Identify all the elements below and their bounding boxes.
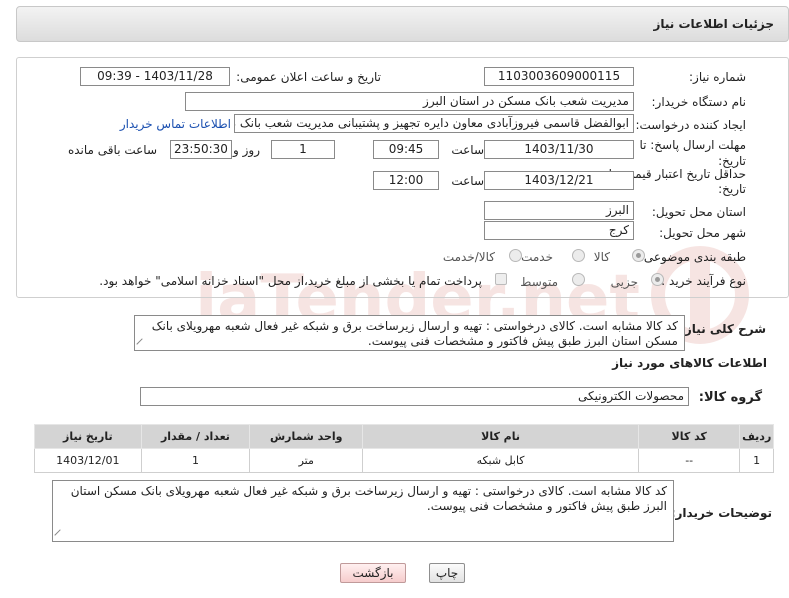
process-radio-minor[interactable] — [651, 273, 664, 286]
validity-date-field: 1403/12/21 — [484, 171, 634, 190]
category-option-service: خدمت — [521, 250, 553, 264]
creator-field: ابوالفضل قاسمی فیروزآبادی معاون دایره تج… — [234, 114, 634, 133]
back-button[interactable]: بازگشت — [340, 563, 406, 583]
city-label: شهر محل تحویل: — [659, 226, 746, 240]
category-radio-service[interactable] — [572, 249, 585, 262]
province-label: استان محل تحویل: — [651, 205, 746, 219]
cell-need-date: 1403/12/01 — [34, 448, 142, 473]
contact-info-link[interactable]: اطلاعات تماس خریدار — [120, 117, 231, 131]
days-label: روز و — [233, 143, 260, 157]
goods-group-field: محصولات الکترونیکی — [140, 387, 689, 406]
col-item-code: کد کالا — [637, 424, 741, 449]
deadline-time-label: ساعت — [451, 143, 484, 157]
need-number-field: 1103003609000115 — [484, 67, 634, 86]
validity-time-field: 12:00 — [373, 171, 439, 190]
category-option-goods: کالا — [593, 250, 610, 264]
cell-row-number: 1 — [739, 448, 774, 473]
buyer-label: نام دستگاه خریدار: — [651, 95, 747, 109]
cell-unit: متر — [249, 448, 364, 473]
buyer-field: مدیریت شعب بانک مسکن در استان البرز — [185, 92, 634, 111]
cell-quantity: 1 — [140, 448, 251, 473]
process-option-minor: جزیی — [610, 275, 638, 289]
category-option-goods-service: کالا/خدمت — [442, 250, 495, 264]
creator-label: ایجاد کننده درخواست: — [635, 118, 746, 132]
deadline-label: مهلت ارسال پاسخ: تا — [639, 138, 746, 152]
remaining-time-field: 23:50:30 — [170, 140, 232, 159]
page-title: جزئیات اطلاعات نیاز — [653, 17, 774, 31]
deadline-date-field: 1403/11/30 — [484, 140, 634, 159]
goods-group-label: گروه کالا: — [698, 390, 762, 405]
buyer-notes-label: توضیحات خریدار: — [670, 506, 772, 520]
process-option-medium: متوسط — [520, 275, 558, 289]
payment-note: پرداخت تمام یا بخشی از مبلغ خرید،از محل … — [99, 274, 482, 288]
goods-table: ردیف کد کالا نام کالا واحد شمارش تعداد /… — [34, 424, 774, 473]
payment-checkbox[interactable] — [495, 273, 507, 285]
announce-label: تاریخ و ساعت اعلان عمومی: — [236, 70, 381, 84]
col-row-number: ردیف — [739, 424, 774, 449]
deadline-date-label: تاریخ: — [718, 154, 746, 168]
deadline-time-field: 09:45 — [373, 140, 439, 159]
col-quantity: تعداد / مقدار — [140, 424, 251, 449]
city-field: کرج — [484, 221, 634, 240]
category-label: طبقه بندی موضوعی: — [639, 250, 746, 264]
table-row: 1 -- کابل شبکه متر 1 1403/12/01 — [34, 448, 774, 473]
validity-time-label: ساعت — [451, 174, 484, 188]
category-radio-goods[interactable] — [632, 249, 645, 262]
process-label: نوع فرآیند خرید : — [661, 274, 746, 288]
description-label: شرح کلی نیاز: — [680, 322, 766, 336]
resize-grip-icon[interactable] — [136, 338, 148, 350]
validity-date-label: تاریخ: — [718, 182, 746, 196]
need-number-label: شماره نیاز: — [689, 70, 746, 84]
category-radio-goods-service[interactable] — [509, 249, 522, 262]
announce-field: 1403/11/28 - 09:39 — [80, 67, 230, 86]
page-header: جزئیات اطلاعات نیاز — [16, 6, 789, 42]
description-text: کد کالا مشابه است. کالای درخواستی : تهیه… — [151, 319, 678, 348]
province-field: البرز — [484, 201, 634, 220]
col-item-name: نام کالا — [362, 424, 639, 449]
col-need-date: تاریخ نیاز — [34, 424, 142, 449]
col-unit: واحد شمارش — [249, 424, 364, 449]
goods-table-header: ردیف کد کالا نام کالا واحد شمارش تعداد /… — [34, 424, 774, 449]
resize-grip-icon[interactable] — [54, 529, 66, 541]
process-radio-medium[interactable] — [572, 273, 585, 286]
buyer-notes-textarea: کد کالا مشابه است. کالای درخواستی : تهیه… — [52, 480, 674, 542]
cell-item-code: -- — [637, 448, 741, 473]
print-button[interactable]: چاپ — [429, 563, 465, 583]
remaining-label: ساعت باقی مانده — [67, 143, 157, 157]
buyer-notes-text: کد کالا مشابه است. کالای درخواستی : تهیه… — [70, 484, 667, 513]
goods-section-title: اطلاعات کالاهای مورد نیاز — [612, 356, 767, 370]
description-textarea: کد کالا مشابه است. کالای درخواستی : تهیه… — [134, 315, 685, 351]
cell-item-name: کابل شبکه — [362, 448, 639, 473]
days-field: 1 — [271, 140, 335, 159]
